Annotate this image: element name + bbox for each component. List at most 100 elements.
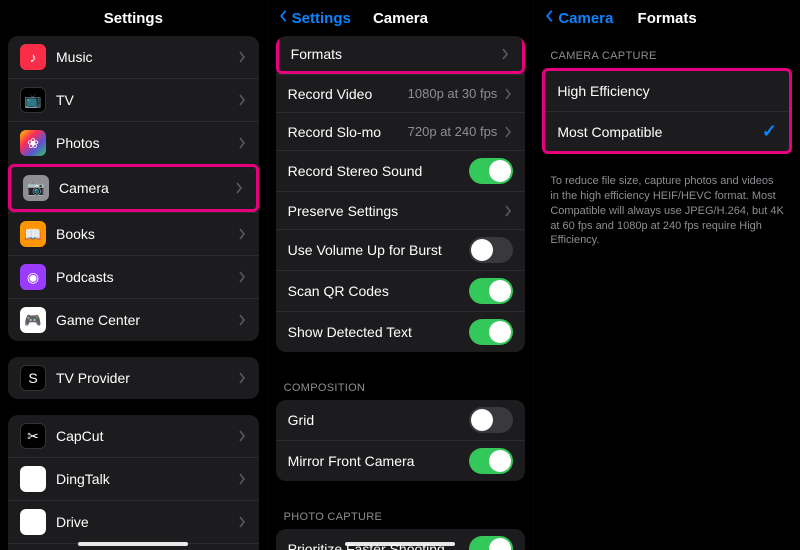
chevron-right-icon — [237, 271, 247, 283]
chevron-right-icon — [237, 473, 247, 485]
formats-group: High Efficiency Most Compatible✓ — [542, 68, 792, 154]
row-label: Preserve Settings — [288, 203, 504, 219]
settings-row-books[interactable]: 📖Books — [8, 212, 259, 255]
settings-group: ✂CapCut✈DingTalk▲DrivefFacebook⏱FastinGG… — [8, 415, 259, 550]
panel-header: Settings Camera — [268, 0, 534, 36]
row-label: Mirror Front Camera — [288, 453, 470, 469]
music-icon: ♪ — [20, 44, 46, 70]
camera-row-use-volume-up-for-burst[interactable]: Use Volume Up for Burst — [276, 229, 526, 270]
toggle[interactable] — [469, 278, 513, 304]
format-option-most-compatible[interactable]: Most Compatible✓ — [545, 111, 789, 151]
capcut-icon: ✂ — [20, 423, 46, 449]
chevron-right-icon — [237, 372, 247, 384]
camera-panel: Settings Camera Formats Record Video1080p… — [267, 0, 534, 550]
checkmark-icon: ✓ — [762, 121, 777, 142]
drive-icon: ▲ — [20, 509, 46, 535]
chevron-right-icon — [503, 88, 513, 100]
photos-icon: ❀ — [20, 130, 46, 156]
chevron-right-icon — [237, 137, 247, 149]
camera-row-show-detected-text[interactable]: Show Detected Text — [276, 311, 526, 352]
row-label: Camera — [59, 180, 234, 196]
camera-row-mirror-front-camera[interactable]: Mirror Front Camera — [276, 440, 526, 481]
chevron-right-icon — [237, 314, 247, 326]
camera-row-preserve-settings[interactable]: Preserve Settings — [276, 191, 526, 229]
page-title: Formats — [638, 10, 697, 27]
settings-group: S TV Provider — [8, 357, 259, 399]
settings-row-music[interactable]: ♪Music — [8, 36, 259, 78]
camera-group: FormatsRecord Video1080p at 30 fpsRecord… — [276, 36, 526, 352]
row-label: TV Provider — [56, 370, 237, 386]
camera-row-record-stereo-sound[interactable]: Record Stereo Sound — [276, 150, 526, 191]
footer-text: To reduce file size, capture photos and … — [534, 170, 800, 260]
settings-row-photos[interactable]: ❀ Photos — [8, 121, 259, 164]
row-detail: 1080p at 30 fps — [408, 86, 498, 101]
panel-header: Camera Formats — [534, 0, 800, 36]
toggle[interactable] — [469, 237, 513, 263]
row-label: Most Compatible — [557, 124, 762, 140]
settings-row-game-center[interactable]: 🎮 Game Center — [8, 298, 259, 341]
row-label: Drive — [56, 514, 237, 530]
toggle[interactable] — [469, 319, 513, 345]
settings-row-dingtalk[interactable]: ✈DingTalk — [8, 457, 259, 500]
podcasts-icon: ◉ — [20, 264, 46, 290]
chevron-right-icon — [234, 182, 244, 194]
tv-icon: 📺 — [20, 87, 46, 113]
camera-row-record-video[interactable]: Record Video1080p at 30 fps — [276, 74, 526, 112]
settings-row-capcut[interactable]: ✂ CapCut — [8, 415, 259, 457]
settings-group: ♪Music 📺 TV ❀ Photos 📷 Camera 📖Books◉Podcasts 🎮 G… — [8, 36, 259, 341]
section-header: Composition — [268, 368, 534, 400]
settings-row-drive[interactable]: ▲ Drive — [8, 500, 259, 543]
section-header: Camera Capture — [534, 36, 800, 68]
back-button[interactable]: Settings — [276, 0, 351, 36]
toggle[interactable] — [469, 536, 513, 550]
chevron-right-icon — [500, 48, 510, 60]
chevron-left-icon — [276, 9, 290, 27]
row-label: High Efficiency — [557, 83, 777, 99]
row-label: Record Video — [288, 86, 408, 102]
row-label: Grid — [288, 412, 470, 428]
home-indicator[interactable] — [78, 542, 188, 546]
books-icon: 📖 — [20, 221, 46, 247]
row-label: Formats — [291, 46, 501, 62]
settings-row-camera[interactable]: 📷 Camera — [8, 164, 259, 212]
camera-icon: 📷 — [23, 175, 49, 201]
camera-row-formats[interactable]: Formats — [276, 36, 526, 74]
chevron-right-icon — [237, 94, 247, 106]
panel-header: Settings — [0, 0, 267, 36]
camera-row-prioritize-faster-shooting[interactable]: Prioritize Faster Shooting — [276, 529, 526, 550]
row-label: Photos — [56, 135, 237, 151]
camera-row-grid[interactable]: Grid — [276, 400, 526, 440]
gamecenter-icon: 🎮 — [20, 307, 46, 333]
toggle[interactable] — [469, 407, 513, 433]
section-header: Photo Capture — [268, 497, 534, 529]
row-label: Record Slo-mo — [288, 124, 408, 140]
chevron-right-icon — [503, 126, 513, 138]
settings-row-tv-provider[interactable]: S TV Provider — [8, 357, 259, 399]
camera-group: Grid Mirror Front Camera — [276, 400, 526, 481]
camera-row-record-slo-mo[interactable]: Record Slo-mo720p at 240 fps — [276, 112, 526, 150]
back-button[interactable]: Camera — [542, 0, 613, 36]
camera-row-scan-qr-codes[interactable]: Scan QR Codes — [276, 270, 526, 311]
formats-panel: Camera Formats Camera Capture High Effic… — [533, 0, 800, 550]
row-label: Record Stereo Sound — [288, 163, 470, 179]
dingtalk-icon: ✈ — [20, 466, 46, 492]
settings-panel: Settings ♪Music 📺 TV ❀ Photos 📷 Camera 📖Books◉P… — [0, 0, 267, 550]
row-label: CapCut — [56, 428, 237, 444]
toggle[interactable] — [469, 158, 513, 184]
settings-row-tv[interactable]: 📺 TV — [8, 78, 259, 121]
row-label: Use Volume Up for Burst — [288, 242, 470, 258]
home-indicator[interactable] — [345, 542, 455, 546]
chevron-left-icon — [542, 9, 556, 27]
chevron-right-icon — [503, 205, 513, 217]
row-label: Scan QR Codes — [288, 283, 470, 299]
toggle[interactable] — [469, 448, 513, 474]
page-title: Camera — [373, 10, 428, 27]
back-label: Camera — [558, 10, 613, 27]
tvprovider-icon: S — [20, 365, 46, 391]
chevron-right-icon — [237, 228, 247, 240]
settings-row-podcasts[interactable]: ◉Podcasts — [8, 255, 259, 298]
row-label: Game Center — [56, 312, 237, 328]
row-label: TV — [56, 92, 237, 108]
format-option-high-efficiency[interactable]: High Efficiency — [545, 71, 789, 111]
row-label: Show Detected Text — [288, 324, 470, 340]
